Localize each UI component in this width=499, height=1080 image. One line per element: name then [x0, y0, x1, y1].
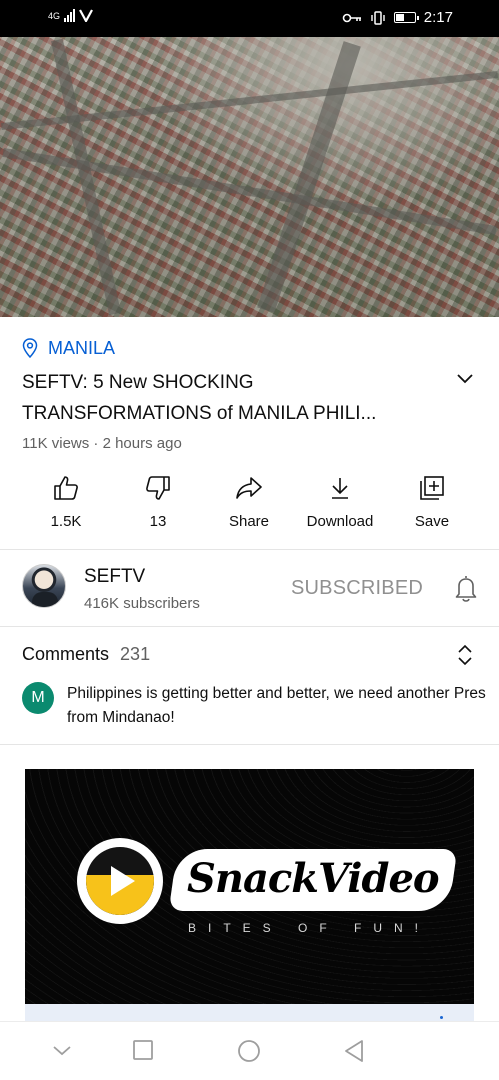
- download-button[interactable]: Download: [294, 470, 386, 530]
- save-label: Save: [414, 513, 450, 530]
- expand-comments-button[interactable]: [456, 643, 474, 672]
- network-type: 4G: [48, 10, 61, 21]
- video-title-line-1: SEFTV: 5 New SHOCKING: [22, 372, 254, 393]
- like-button[interactable]: 1.5K: [20, 470, 112, 530]
- comments-section[interactable]: Comments 231: [22, 644, 482, 666]
- subscriber-count: 416K subscribers: [84, 595, 200, 612]
- bell-icon: [455, 576, 477, 602]
- download-label: Download: [306, 513, 374, 530]
- channel-avatar[interactable]: [22, 564, 66, 608]
- battery-icon: [393, 12, 419, 23]
- ad-banner[interactable]: SnackVideo BITES OF FUN!: [25, 769, 474, 1005]
- video-player[interactable]: [0, 37, 499, 317]
- view-count-and-time: 11K views · 2 hours ago: [22, 435, 182, 452]
- commenter-avatar[interactable]: M: [22, 682, 54, 714]
- comments-label: Comments: [22, 644, 110, 664]
- add-to-playlist-icon: [420, 476, 444, 500]
- share-label: Share: [228, 513, 270, 530]
- like-count: 1.5K: [50, 513, 82, 530]
- dislike-count: 13: [149, 513, 167, 530]
- subscribed-button[interactable]: SUBSCRIBED: [291, 577, 423, 600]
- share-icon: [236, 477, 262, 499]
- channel-name[interactable]: SEFTV: [84, 566, 145, 588]
- location-pin-icon: [22, 338, 38, 358]
- clock: 2:17: [423, 9, 453, 26]
- status-bar: 4G 2:17: [0, 0, 499, 37]
- signal-icon: [64, 9, 76, 22]
- download-icon: [332, 478, 348, 499]
- ad-tagline: BITES OF FUN!: [188, 921, 431, 935]
- save-button[interactable]: Save: [386, 470, 478, 530]
- thumbs-up-icon: [54, 476, 78, 500]
- top-comment-text: Philippines is getting better and better…: [67, 685, 486, 726]
- video-title-line-2: TRANSFORMATIONS of MANILA PHILI...: [22, 403, 377, 424]
- share-button[interactable]: Share: [203, 470, 295, 530]
- unfold-icon: [458, 644, 472, 666]
- location-link[interactable]: MANILA: [22, 337, 482, 359]
- notification-bell-button[interactable]: [454, 574, 478, 607]
- v-carrier-icon: [79, 9, 93, 22]
- action-bar: 1.5K 13 Share Download Save: [0, 470, 499, 532]
- comments-count: 231: [120, 644, 151, 664]
- location-label: MANILA: [48, 337, 116, 358]
- nav-back-button[interactable]: [343, 1039, 365, 1068]
- nav-recents-button[interactable]: [132, 1039, 154, 1066]
- thumbs-down-icon: [146, 476, 170, 500]
- system-navigation-bar: [0, 1021, 499, 1080]
- chevron-down-icon: [53, 1046, 71, 1056]
- ad-info-strip: [25, 1004, 474, 1021]
- divider: [0, 744, 499, 745]
- vibrate-icon: [371, 10, 385, 25]
- dislike-button[interactable]: 13: [112, 470, 204, 530]
- divider: [0, 626, 499, 627]
- channel-row[interactable]: [0, 550, 499, 626]
- triangle-back-icon: [345, 1040, 363, 1062]
- video-metadata: MANILA SEFTV: 5 New SHOCKING TRANSFORMAT…: [22, 337, 482, 429]
- video-title[interactable]: SEFTV: 5 New SHOCKING TRANSFORMATIONS of…: [22, 367, 442, 429]
- expand-description-button[interactable]: [456, 372, 474, 390]
- key-icon: [342, 13, 361, 22]
- play-icon: [111, 866, 135, 896]
- chevron-down-icon: [457, 374, 473, 384]
- nav-home-button[interactable]: [237, 1039, 261, 1068]
- ad-brand-name: SnackVideo: [187, 855, 440, 902]
- square-icon: [133, 1040, 153, 1060]
- circle-icon: [238, 1040, 260, 1062]
- nav-hide-button[interactable]: [52, 1044, 72, 1062]
